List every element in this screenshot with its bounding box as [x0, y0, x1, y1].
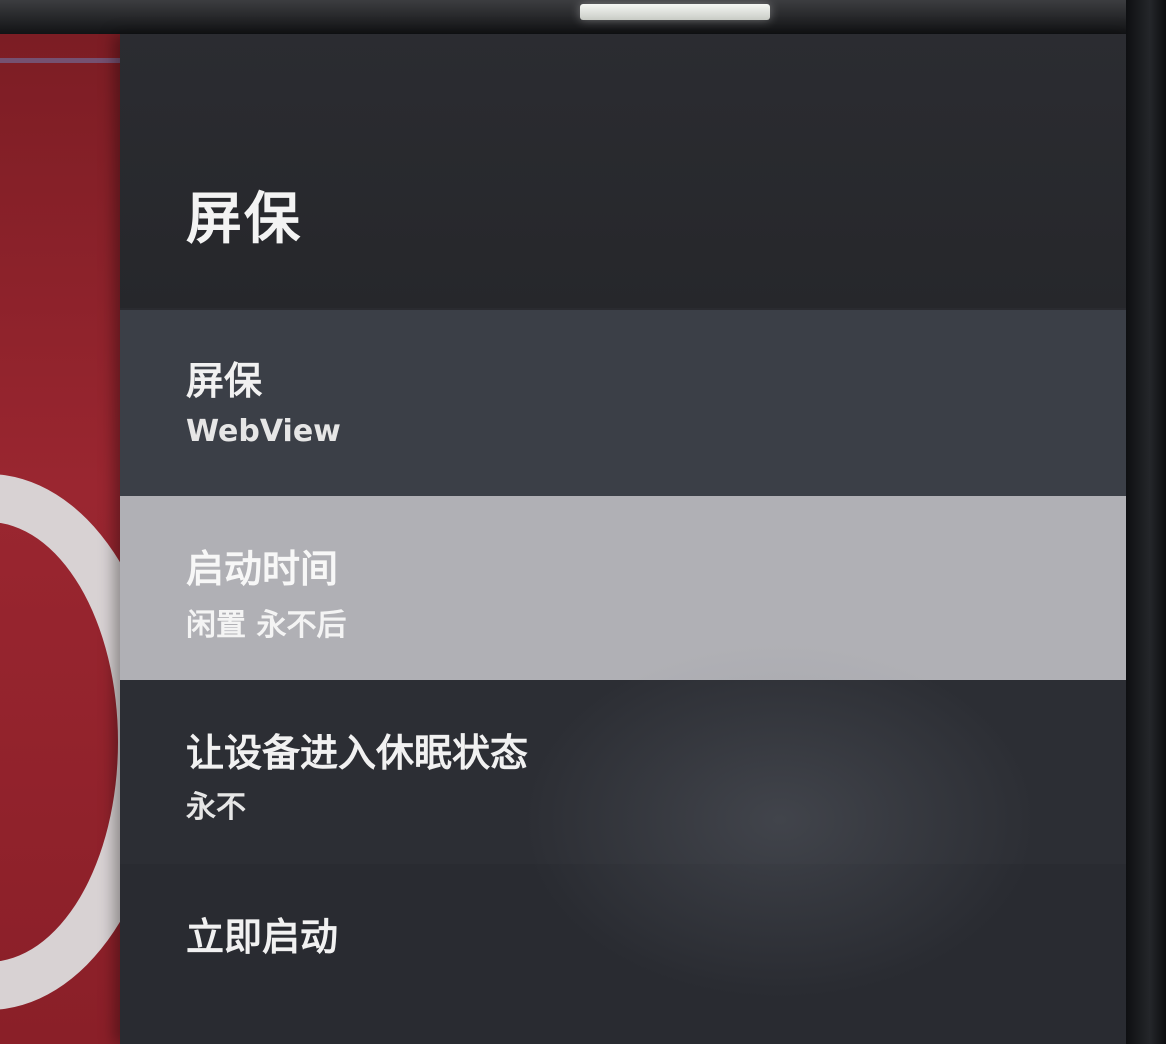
settings-side-panel: 屏保 屏保 WebView 启动时间 闲置 永不后 让设备进入休眠状态 永不 立…	[120, 34, 1130, 1044]
panel-header: 屏保	[120, 34, 1130, 308]
menu-item-label: 立即启动	[186, 915, 339, 959]
menu-item-value: 闲置 永不后	[186, 608, 347, 643]
background-logo-icon	[0, 474, 124, 1010]
settings-menu: 屏保 WebView 启动时间 闲置 永不后 让设备进入休眠状态 永不 立即启动	[120, 310, 1130, 1044]
menu-item-label: 启动时间	[186, 547, 339, 591]
tv-screen-photo: 屏保 屏保 WebView 启动时间 闲置 永不后 让设备进入休眠状态 永不 立…	[0, 0, 1166, 1044]
ceiling-light-reflection	[580, 4, 770, 20]
menu-item-start-now[interactable]: 立即启动	[120, 864, 1130, 1044]
menu-item-value: 永不	[186, 790, 246, 825]
menu-item-sleep[interactable]: 让设备进入休眠状态 永不	[120, 680, 1130, 864]
background-app-area	[0, 34, 124, 1044]
menu-item-label: 屏保	[186, 359, 263, 403]
panel-title: 屏保	[186, 187, 302, 252]
monitor-right-bezel	[1126, 0, 1166, 1044]
menu-item-value: WebView	[186, 414, 341, 449]
menu-item-label: 让设备进入休眠状态	[186, 731, 529, 775]
menu-item-screensaver[interactable]: 屏保 WebView	[120, 310, 1130, 496]
background-stripe	[0, 58, 124, 63]
menu-item-start-time[interactable]: 启动时间 闲置 永不后	[120, 496, 1130, 680]
